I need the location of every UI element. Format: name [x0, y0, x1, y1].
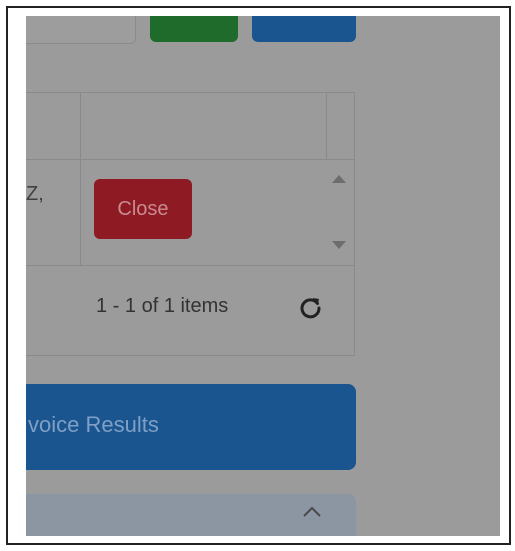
pager-info: 1 - 1 of 1 items — [96, 295, 229, 317]
green-action-button[interactable] — [150, 16, 238, 42]
data-grid: Z, Close 1 - 1 of 1 items — [26, 92, 355, 356]
grid-header — [26, 93, 354, 160]
table-row: Z, Close — [26, 159, 354, 266]
top-strip — [26, 8, 500, 16]
grid-pager: 1 - 1 of 1 items — [26, 265, 354, 355]
scroll-down-icon[interactable] — [332, 241, 346, 249]
right-strip — [500, 8, 509, 543]
results-title: voice Results — [28, 412, 159, 437]
scroll-up-icon[interactable] — [332, 175, 346, 183]
row-cell: Z, — [26, 159, 81, 265]
left-panel — [8, 8, 26, 543]
screenshot-frame: Z, Close 1 - 1 of 1 items voice Results — [6, 6, 511, 545]
close-button[interactable]: Close — [94, 179, 192, 239]
refresh-icon[interactable] — [298, 295, 324, 321]
cell-text: Z, — [26, 183, 44, 205]
collapsed-panel[interactable] — [26, 494, 356, 536]
blue-action-button[interactable] — [252, 16, 356, 42]
invoice-results-header[interactable]: voice Results — [26, 384, 356, 470]
modal-overlay: Z, Close 1 - 1 of 1 items voice Results — [26, 16, 500, 536]
bottom-strip — [26, 536, 500, 543]
header-cell — [80, 93, 327, 159]
search-input[interactable] — [26, 16, 136, 44]
chevron-up-icon[interactable] — [302, 506, 322, 518]
header-cell — [26, 93, 81, 159]
